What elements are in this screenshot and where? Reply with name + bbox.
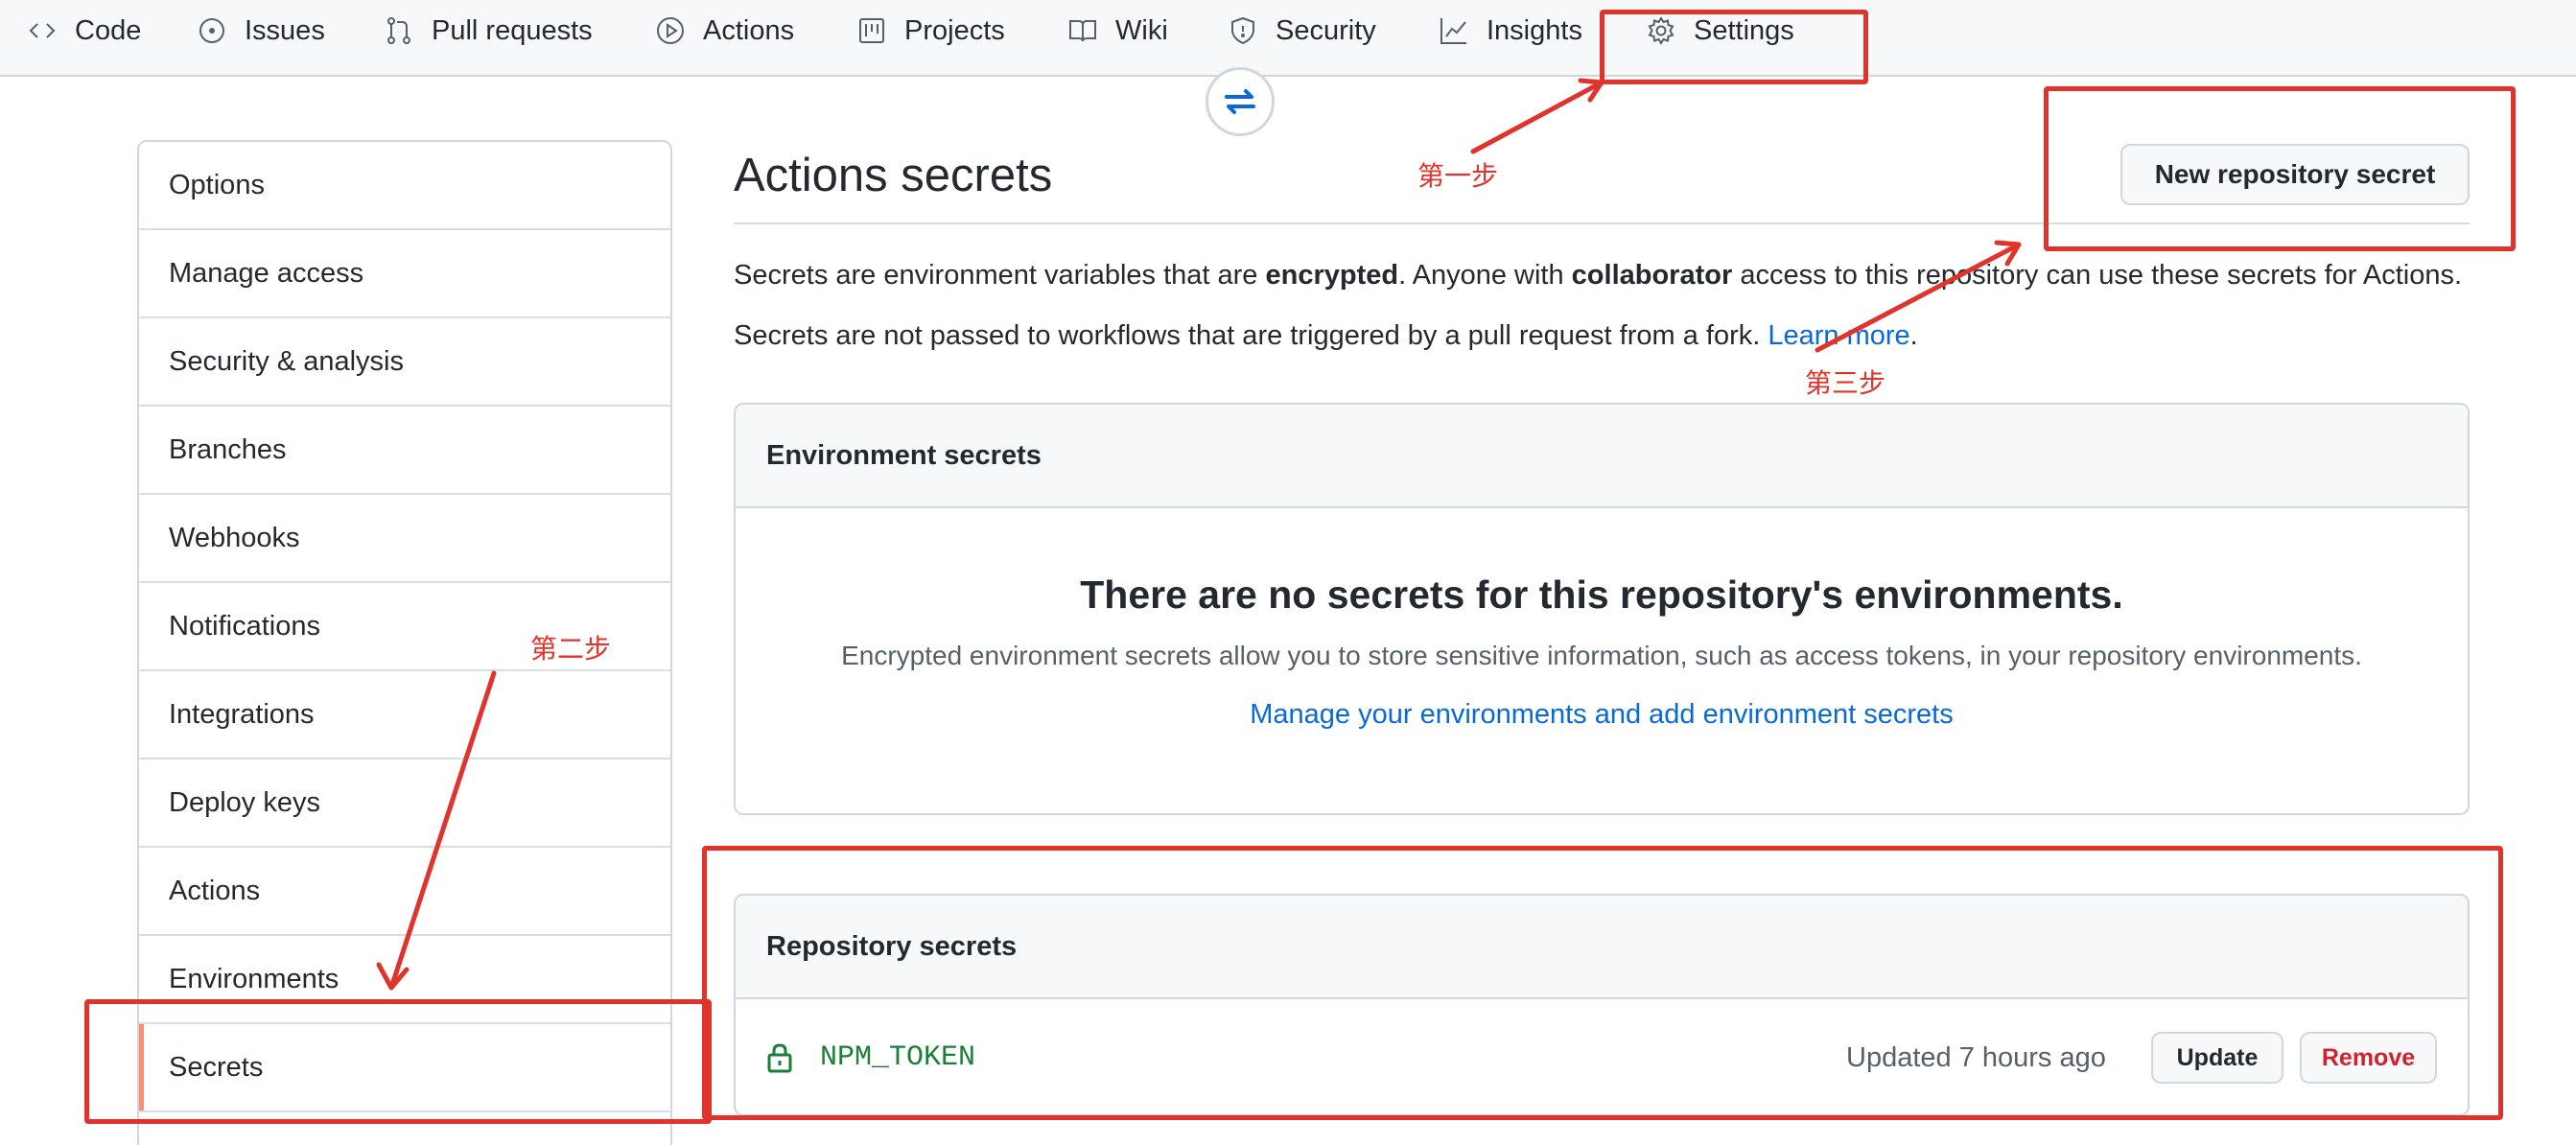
sidebar-item-label: Integrations [169, 698, 315, 730]
tab-code[interactable]: Code [27, 0, 141, 61]
manage-environments-link-text[interactable]: Manage your environments and add environ… [1250, 699, 1953, 730]
sync-icon [1206, 67, 1275, 136]
tab-label: Actions [703, 14, 795, 46]
issue-icon [199, 18, 224, 43]
sidebar-item-label: Security & analysis [169, 345, 404, 377]
desc-text: Secrets are environment variables that a… [734, 260, 1266, 291]
sidebar-item-label: Branches [169, 433, 287, 465]
tab-actions[interactable]: Actions [655, 0, 794, 61]
sidebar-item-options[interactable]: Options [139, 142, 670, 230]
tab-wiki[interactable]: Wiki [1067, 0, 1168, 61]
tab-label: Code [75, 14, 142, 46]
blank-state-title: There are no secrets for this repository… [1080, 572, 2123, 617]
project-icon [859, 18, 884, 43]
tab-label: Issues [245, 14, 325, 46]
highlight-repository-secrets [702, 846, 2503, 1120]
sidebar-item-label: Webhooks [169, 522, 300, 553]
step-two-note: 第二步 [530, 633, 612, 665]
desc-text: . Anyone with [1398, 260, 1572, 291]
tab-issues[interactable]: Issues [197, 0, 325, 61]
secrets-description: Secrets are environment variables that a… [734, 260, 2462, 292]
sidebar-item-label: Options [169, 169, 265, 200]
sidebar-item-label: Deploy keys [169, 786, 320, 818]
sidebar-item-label: Manage access [169, 257, 364, 289]
tab-security[interactable]: Security [1228, 0, 1376, 61]
desc-bold-encrypted: encrypted [1265, 260, 1399, 291]
desc-text: . [1909, 320, 1918, 351]
tab-insights[interactable]: Insights [1439, 0, 1582, 61]
sidebar-item-branches[interactable]: Branches [139, 407, 670, 495]
sidebar-item-webhooks[interactable]: Webhooks [139, 495, 670, 583]
sidebar-item-manage-access[interactable]: Manage access [139, 230, 670, 318]
tab-label: Insights [1487, 14, 1582, 46]
sidebar-item-security-analysis[interactable]: Security & analysis [139, 318, 670, 407]
repo-nav: Code Issues Pull requests Actions Projec… [0, 0, 2576, 77]
page-title: Actions secrets [734, 150, 1053, 201]
blank-state-text: Encrypted environment secrets allow you … [841, 641, 2362, 670]
highlight-settings-tab [1600, 10, 1868, 84]
tab-projects[interactable]: Projects [856, 0, 1005, 61]
sidebar-item-actions[interactable]: Actions [139, 848, 670, 936]
learn-more-link[interactable]: Learn more [1768, 320, 1909, 351]
desc-bold-collaborator: collaborator [1571, 260, 1733, 291]
tab-label: Security [1276, 14, 1376, 46]
tab-label: Wiki [1115, 14, 1168, 46]
step-one-note: 第一步 [1417, 160, 1499, 192]
graph-icon [1440, 18, 1466, 44]
pull-request-icon [387, 17, 410, 44]
sidebar-item-deploy-keys[interactable]: Deploy keys [139, 759, 670, 848]
manage-environments-link: Manage your environments and add environ… [736, 699, 2468, 731]
sidebar-item-label: Notifications [169, 610, 320, 642]
arrow-to-settings [1470, 78, 1604, 154]
environment-secrets-box: Environment secrets There are no secrets… [734, 403, 2470, 815]
environment-secrets-header: Environment secrets [736, 405, 2468, 508]
code-icon [29, 23, 56, 38]
sidebar-item-label: Environments [169, 963, 340, 994]
book-icon [1069, 20, 1096, 42]
highlight-new-secret-button [2044, 86, 2516, 251]
sidebar-item-label: Actions [169, 875, 261, 906]
shield-icon [1231, 16, 1254, 45]
desc-text: access to this repository can use these … [1732, 260, 2463, 291]
tab-label: Projects [904, 14, 1005, 46]
tab-label: Pull requests [432, 14, 593, 46]
desc-text: Secrets are not passed to workflows that… [734, 320, 1768, 351]
highlight-secrets-item [84, 999, 712, 1124]
tab-pull-requests[interactable]: Pull requests [384, 0, 593, 61]
fork-description: Secrets are not passed to workflows that… [734, 320, 1918, 352]
sidebar-item-integrations[interactable]: Integrations [139, 671, 670, 759]
play-icon [657, 17, 684, 44]
step-three-note: 第三步 [1805, 367, 1886, 399]
